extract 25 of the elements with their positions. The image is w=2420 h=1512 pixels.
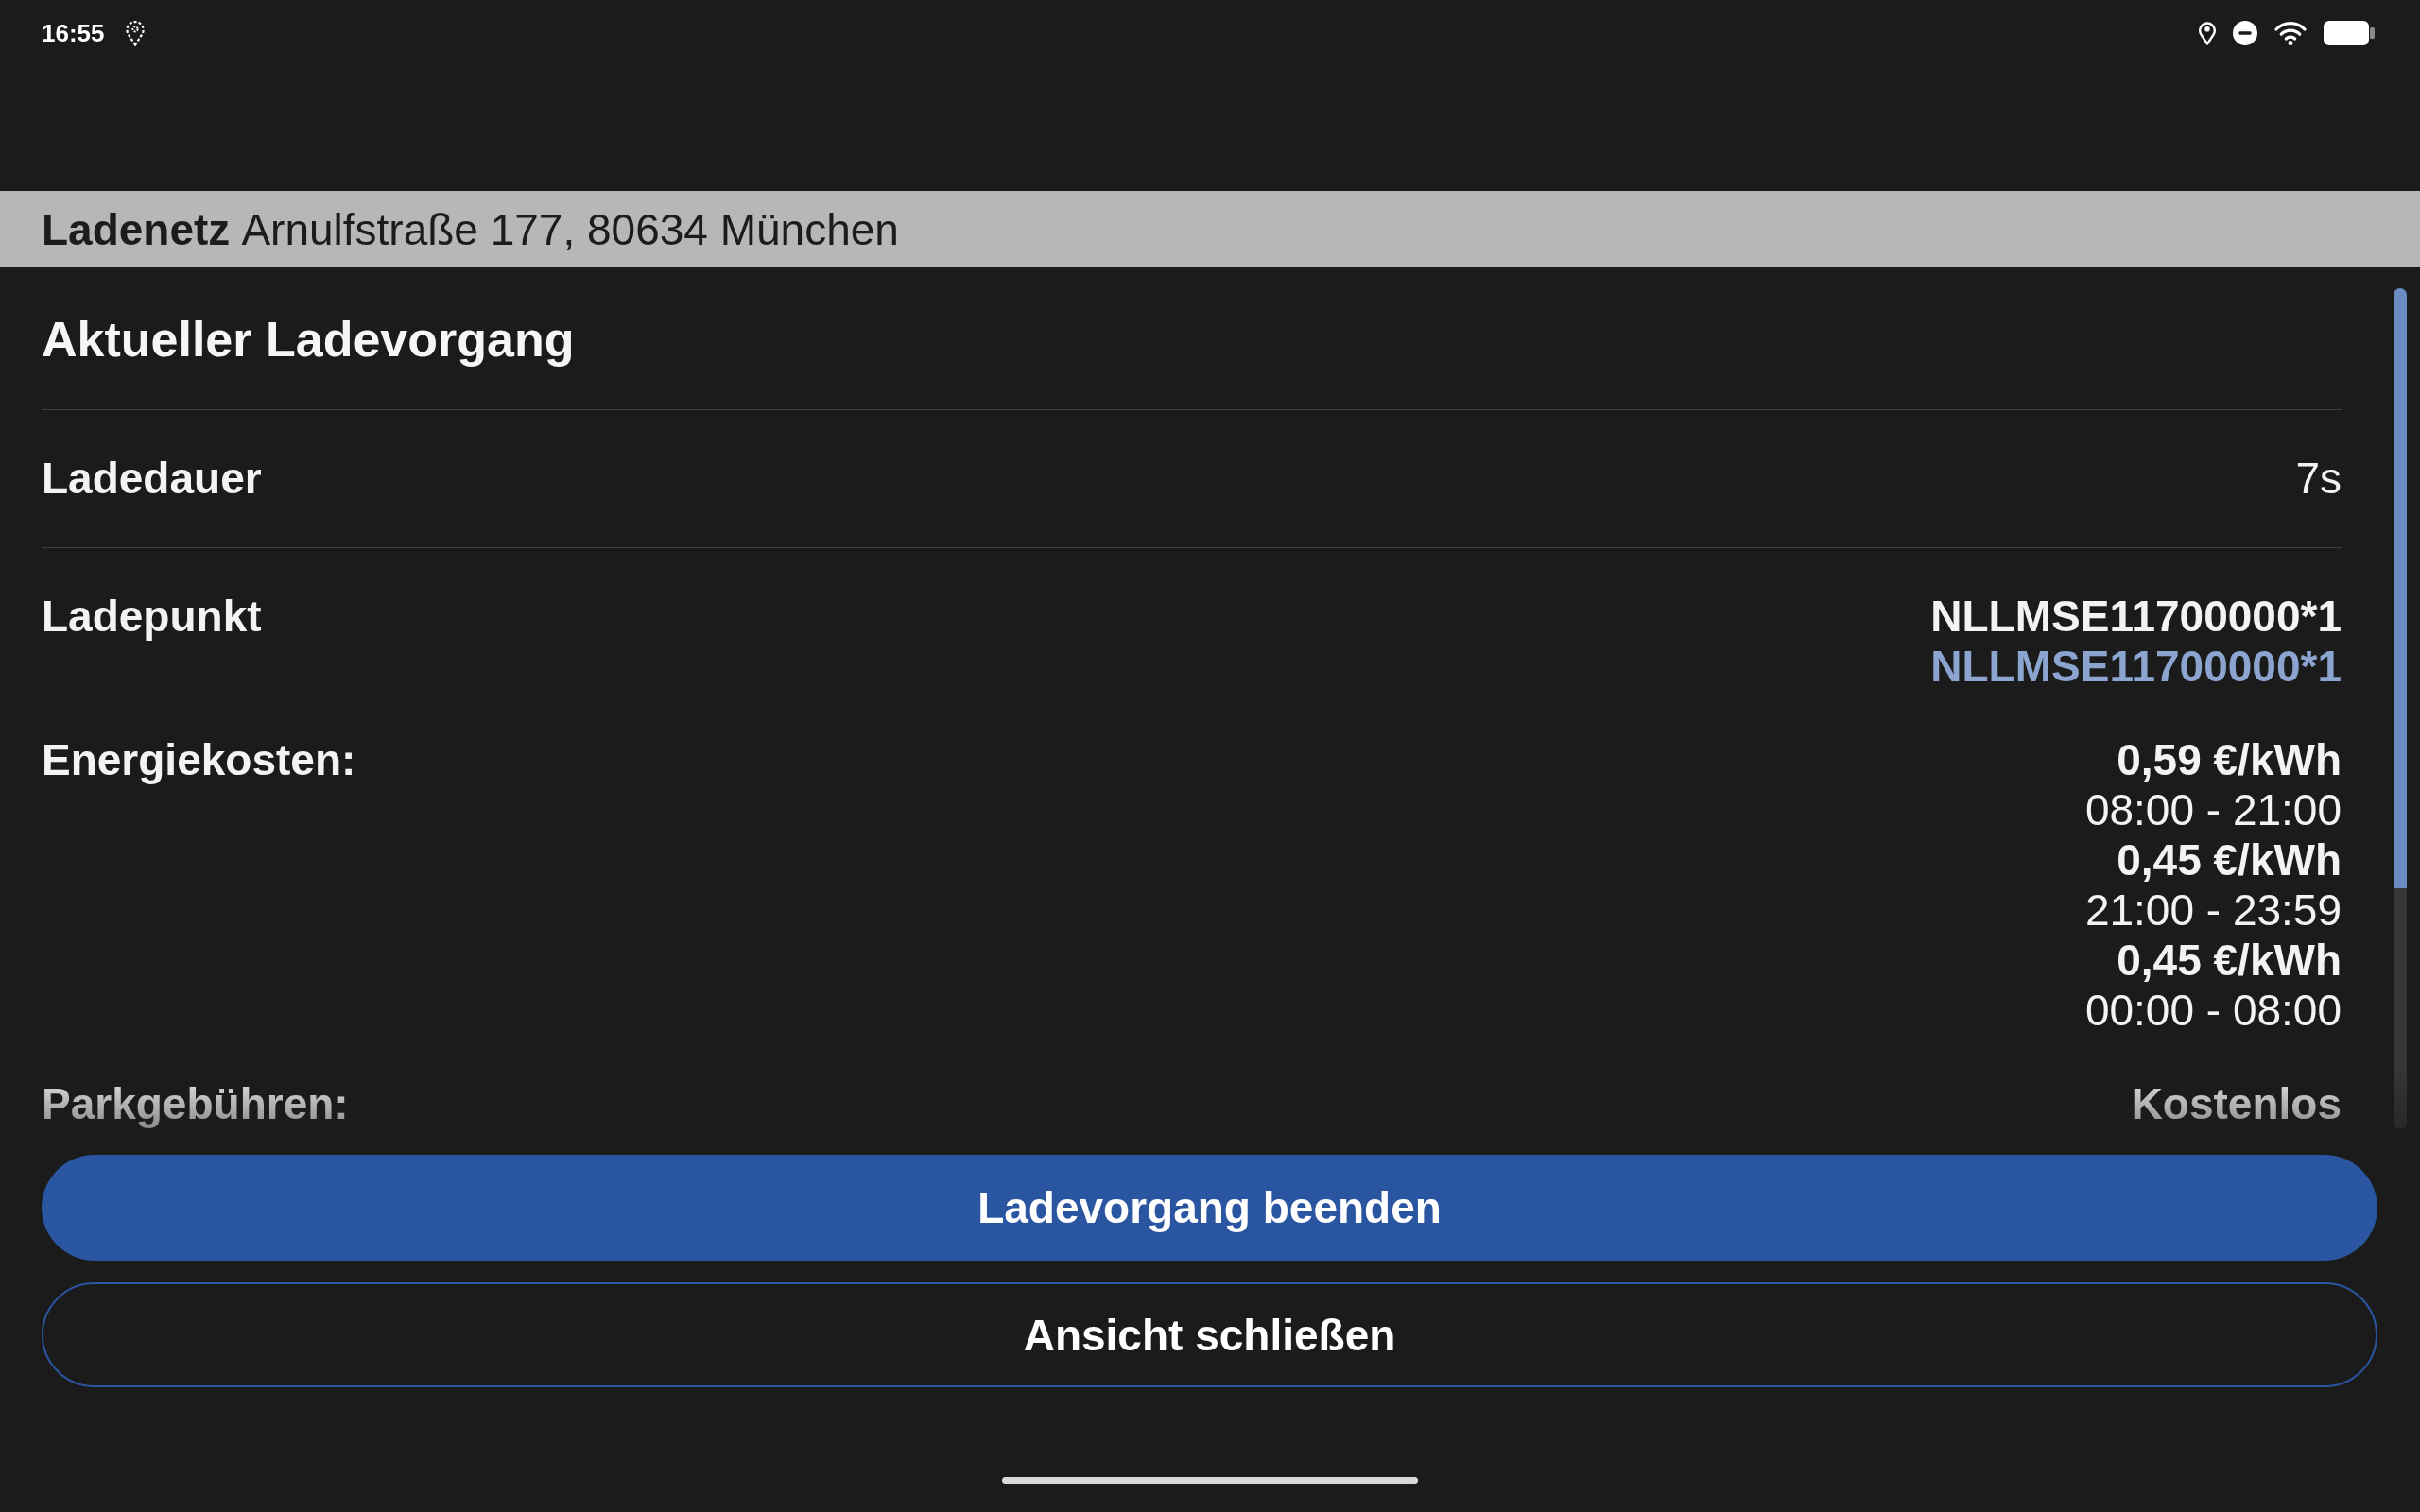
do-not-disturb-icon (2233, 21, 2257, 45)
detail-label: Parkgebühren: (42, 1079, 349, 1129)
primary-button[interactable]: Ladevorgang beenden (42, 1155, 2377, 1261)
battery-icon (2324, 21, 2375, 45)
value-text: 00:00 - 08:00 (2084, 986, 2342, 1036)
address-text: Arnulfstraße 177, 80634 München (241, 203, 899, 255)
value-text: Kostenlos (2131, 1079, 2342, 1129)
location-pin-icon (2199, 21, 2216, 45)
value-text: 21:00 - 23:59 (2084, 885, 2342, 936)
detail-label: Ladepunkt (42, 592, 262, 642)
operator-name: Ladenetz (42, 203, 231, 255)
detail-label: Energiekosten: (42, 735, 356, 785)
detail-label: Ladedauer (42, 454, 262, 504)
value-text: 0,45 €/kWh (2117, 835, 2342, 885)
value-text: 0,59 €/kWh (2117, 735, 2342, 785)
secondary-button[interactable]: Ansicht schließen (42, 1282, 2377, 1387)
value-text: 7s (2295, 454, 2342, 504)
value-text: 08:00 - 21:00 (2084, 785, 2342, 835)
section-title: Aktueller Ladevorgang (42, 311, 576, 368)
charge-point-link[interactable]: NLLMSE11700000*1 (1930, 642, 2342, 692)
value-text: NLLMSE11700000*1 (1930, 592, 2342, 642)
wifi-icon (2274, 21, 2307, 45)
location-pin-icon (125, 20, 145, 46)
status-time: 16:55 (42, 19, 105, 47)
value-text: 0,45 €/kWh (2117, 936, 2342, 986)
